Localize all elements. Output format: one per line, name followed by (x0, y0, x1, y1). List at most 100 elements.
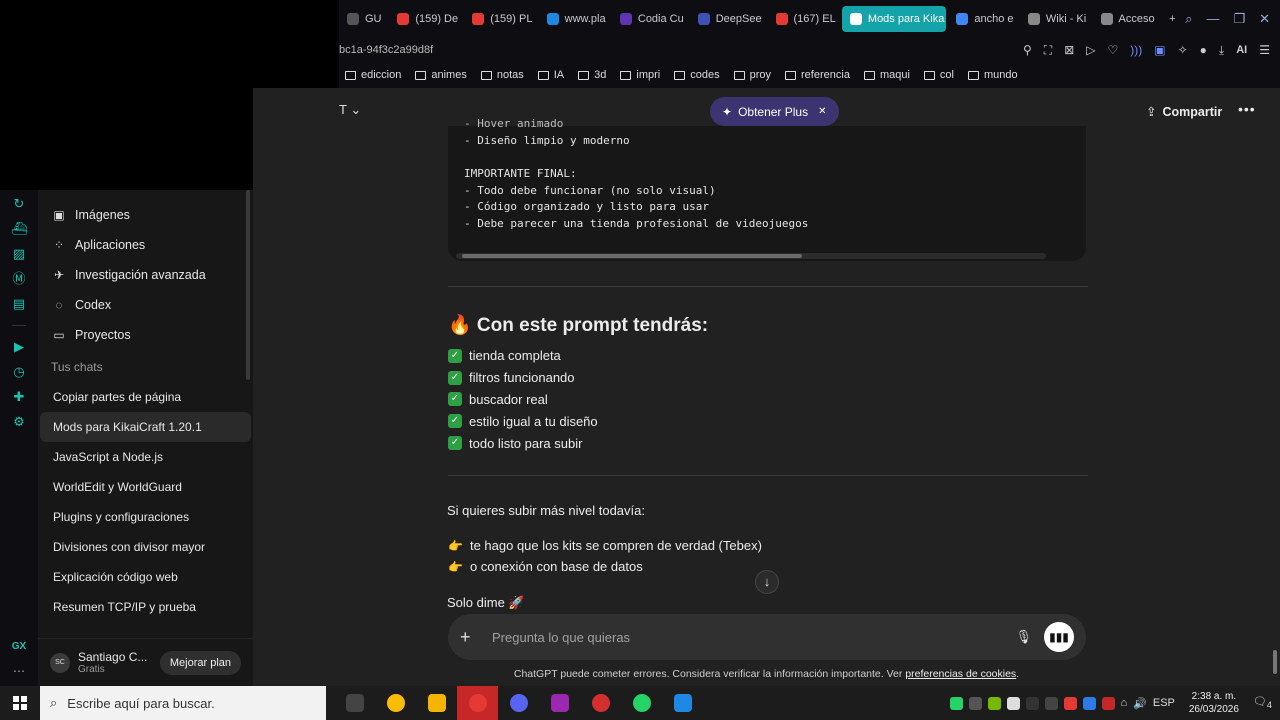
puzzle-icon[interactable]: ✚ (11, 389, 27, 405)
sidebar-item[interactable]: ✈ Investigación avanzada (38, 260, 253, 290)
code-horizontal-scrollbar[interactable] (456, 253, 1046, 259)
voice-mode-button[interactable]: ▮▮▮ (1044, 622, 1074, 652)
notifications-icon[interactable]: 🗨4 (1253, 695, 1272, 710)
cookie-preferences-link[interactable]: preferencias de cookies (905, 668, 1016, 680)
history-icon[interactable]: ◷ (11, 364, 27, 380)
bookmark-folder[interactable]: referencia (785, 69, 850, 81)
add-attachment-icon[interactable]: + (460, 627, 480, 648)
network-icon[interactable]: ⌂ (1121, 697, 1128, 709)
share-button[interactable]: ⇪ Compartir (1146, 104, 1222, 120)
chat-history-item[interactable]: Divisiones con divisor mayor (40, 532, 251, 562)
browser-tab[interactable]: (159) PL (464, 6, 536, 32)
chatgpt-app-taskbar-button[interactable] (580, 686, 621, 720)
block-icon[interactable]: ⊠ (1064, 43, 1074, 57)
browser-tab[interactable]: Codia Cu (612, 6, 688, 32)
new-tab-button[interactable]: + (1161, 6, 1183, 32)
bookmark-folder[interactable]: IA (537, 69, 564, 81)
task-view-taskbar-button[interactable] (334, 686, 375, 720)
browser-tab[interactable]: (167) EL (768, 6, 840, 32)
sidebar-item[interactable]: ◌ Codex (38, 290, 253, 320)
sidebar-item[interactable]: ⁘ Aplicaciones (38, 230, 253, 260)
scroll-down-button[interactable]: ↓ (755, 570, 779, 594)
refresh-icon[interactable]: ↻ (11, 196, 27, 212)
bookmark-folder[interactable]: codes (674, 69, 720, 81)
browser-tab[interactable]: GU (339, 6, 387, 32)
avatar[interactable]: SC (50, 652, 70, 673)
download-icon[interactable]: ⤓ (1219, 43, 1224, 58)
bookmark-folder[interactable]: ediccion (345, 69, 401, 81)
sidebar-item[interactable]: ▭ Proyectos (38, 320, 253, 350)
upgrade-button[interactable]: Mejorar plan (159, 650, 241, 675)
settings-icon[interactable]: ⚙ (11, 414, 27, 430)
pin-icon[interactable]: ⚲ (1023, 43, 1032, 57)
chrome-taskbar-button[interactable] (375, 686, 416, 720)
sidebar-item[interactable]: ▣ Imágenes (38, 200, 253, 230)
usb-icon[interactable] (1006, 696, 1020, 710)
bookmark-folder[interactable]: proy (733, 69, 771, 81)
code-scroll-thumb[interactable] (462, 254, 802, 258)
browser-tab[interactable]: (159) De (389, 6, 462, 32)
game-app-taskbar-button[interactable] (539, 686, 580, 720)
ship-icon[interactable]: ⛴ (11, 221, 28, 237)
search-tabs-icon[interactable]: ⌕ (1185, 11, 1192, 27)
bookmark-folder[interactable]: 3d (578, 69, 606, 81)
main-scroll-thumb[interactable] (1273, 650, 1277, 674)
browser-tab[interactable]: DeepSee (690, 6, 766, 32)
browser-tab[interactable]: Acceso (1093, 6, 1160, 32)
whatsapp-tray-icon[interactable] (949, 696, 963, 710)
m-app-icon[interactable]: Ⓜ (11, 271, 27, 287)
volume-icon[interactable]: 🔊 (1133, 697, 1147, 710)
profile-icon[interactable]: ● (1200, 43, 1207, 57)
chat-history-item[interactable]: Explicación código web (40, 562, 251, 592)
bookmark-folder[interactable]: maqui (863, 69, 910, 81)
chat-history-item[interactable]: JavaScript a Node.js (40, 442, 251, 472)
model-selector[interactable]: T ⌄ (339, 102, 361, 118)
sidebar-scrollbar[interactable] (246, 190, 250, 380)
main-scrollbar[interactable] (1270, 88, 1280, 686)
whatsapp-taskbar-button[interactable] (621, 686, 662, 720)
wave-icon[interactable]: ))) (1130, 43, 1142, 57)
chat-history-item[interactable]: WorldEdit y WorldGuard (40, 472, 251, 502)
browser-tab[interactable]: www.pla (539, 6, 610, 32)
bookmark-folder[interactable]: impri (620, 69, 660, 81)
notes-icon[interactable]: ▨ (11, 246, 27, 262)
tray-app-icon[interactable] (1044, 696, 1058, 710)
bookmark-folder[interactable]: col (923, 69, 954, 81)
browser-tab[interactable]: Wiki - Ki (1020, 6, 1091, 32)
chat-history-item[interactable]: Plugins y configuraciones (40, 502, 251, 532)
start-button[interactable] (0, 686, 40, 720)
steam-icon[interactable] (1082, 696, 1096, 710)
opera-gx-taskbar-button[interactable] (457, 686, 498, 720)
close-icon[interactable]: ✕ (818, 106, 826, 117)
translate-icon[interactable]: ▣ (1154, 43, 1165, 57)
minimize-icon[interactable]: — (1206, 11, 1219, 27)
chat-history-item[interactable]: Resumen TCP/IP y prueba (40, 592, 251, 622)
browser-tab[interactable]: ancho e (948, 6, 1018, 32)
browser-tab[interactable]: Mods para Kika (841, 6, 947, 32)
snapshot-icon[interactable]: ⛶ (1044, 43, 1052, 58)
bookmark-folder[interactable]: mundo (967, 69, 1018, 81)
tray-app-icon[interactable] (1063, 696, 1077, 710)
clock[interactable]: 2:38 a. m. 26/03/2026 (1189, 690, 1239, 716)
url-field[interactable]: bc1a-94f3c2a99d8f (339, 44, 433, 56)
player-icon[interactable]: ▶ (11, 339, 27, 355)
twitch-icon[interactable]: ▤ (11, 296, 27, 312)
ai-button[interactable]: AI (1236, 44, 1247, 56)
close-window-icon[interactable]: ✕ (1259, 11, 1270, 27)
prompt-input[interactable] (492, 629, 1016, 645)
explorer-taskbar-button[interactable] (416, 686, 457, 720)
chat-history-item[interactable]: Mods para KikaiCraft 1.20.1 (40, 412, 251, 442)
heart-icon[interactable]: ♡ (1108, 43, 1119, 57)
tray-app-icon[interactable] (1025, 696, 1039, 710)
chat-history-item[interactable]: Copiar partes de página (40, 382, 251, 412)
tray-app-icon[interactable] (1101, 696, 1115, 710)
more-icon[interactable]: ⋯ (13, 664, 25, 678)
discord-taskbar-button[interactable] (498, 686, 539, 720)
play-icon[interactable]: ▷ (1086, 43, 1095, 57)
maximize-icon[interactable]: ❐ (1233, 11, 1245, 27)
more-options-icon[interactable]: ••• (1238, 101, 1256, 117)
nvidia-icon[interactable] (987, 696, 1001, 710)
language-indicator[interactable]: ESP (1153, 697, 1175, 709)
extensions-icon[interactable]: ✧ (1178, 43, 1188, 57)
profile-section[interactable]: SC Santiago C... Gratis Mejorar plan (38, 638, 253, 686)
